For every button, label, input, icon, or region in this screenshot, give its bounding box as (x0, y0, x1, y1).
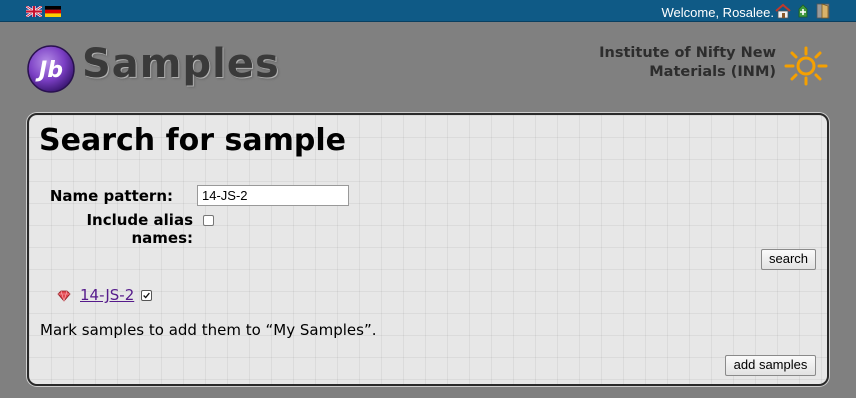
ruby-icon (57, 290, 71, 302)
add-samples-hint: Mark samples to add them to “My Samples”… (40, 321, 377, 339)
name-pattern-input[interactable]: 14-JS-2 (197, 185, 349, 206)
institute-line-2: Materials (INM) (649, 64, 776, 80)
welcome-text: Welcome, Rosalee. (661, 5, 774, 20)
logout-icon[interactable] (795, 3, 811, 19)
page-title: Search for sample (39, 123, 346, 158)
top-bar: Welcome, Rosalee. (0, 0, 856, 22)
institute-name: Institute of Nifty New Materials (INM) (599, 44, 776, 82)
app-logo-icon[interactable]: Jb (26, 44, 76, 94)
german-flag-icon[interactable] (45, 6, 61, 17)
english-flag-icon[interactable] (26, 6, 42, 17)
home-icon[interactable] (775, 3, 791, 19)
door-icon[interactable] (815, 3, 831, 19)
search-panel: Search for sample Name pattern: 14-JS-2 … (27, 113, 829, 386)
institute-sun-icon (784, 46, 828, 86)
include-alias-label: Include alias names: (86, 211, 193, 247)
name-pattern-label: Name pattern: (49, 187, 173, 205)
institute-line-1: Institute of Nifty New (599, 45, 776, 61)
sample-link[interactable]: 14-JS-2 (80, 286, 134, 304)
add-samples-button[interactable]: add samples (725, 355, 816, 376)
app-name: Samples (82, 41, 280, 87)
include-alias-checkbox[interactable] (203, 215, 214, 226)
sample-select-checkbox[interactable] (141, 290, 152, 301)
search-button[interactable]: search (761, 249, 816, 270)
logo-initials: Jb (35, 58, 63, 83)
